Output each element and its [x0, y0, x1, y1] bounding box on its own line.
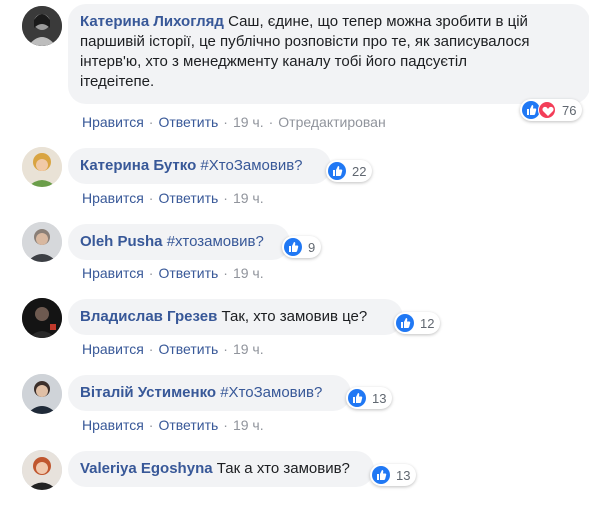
avatar[interactable] — [22, 450, 62, 490]
hashtag-link[interactable]: #хтозамовив? — [167, 233, 264, 250]
separator-dot: · — [148, 417, 154, 433]
comment-author[interactable]: Владислав Грезев — [80, 308, 217, 325]
separator-dot: · — [268, 114, 274, 130]
comment-time[interactable]: 19 ч. — [233, 190, 264, 206]
reply-link[interactable]: Ответить — [158, 341, 218, 357]
reaction-count: 12 — [420, 315, 435, 331]
like-link[interactable]: Нравится — [82, 190, 144, 206]
avatar-image — [22, 298, 62, 338]
like-link[interactable]: Нравится — [82, 114, 144, 130]
comment-text-line: паршивій історії, це публічно розповісти… — [80, 33, 530, 50]
like-icon — [328, 162, 346, 180]
comment-bubble: Катерина Лихогляд Саш, єдине, що тепер м… — [68, 4, 589, 104]
reactions-summary[interactable]: 13 — [346, 387, 393, 409]
reply-link[interactable]: Ответить — [158, 114, 218, 130]
avatar[interactable] — [22, 222, 62, 262]
hashtag-link[interactable]: #ХтоЗамовив? — [200, 157, 302, 174]
comment-author[interactable]: Катерина Бутко — [80, 157, 196, 174]
comment-time[interactable]: 19 ч. — [233, 417, 264, 433]
comment-actions: Нравится · Ответить · 19 ч. — [82, 265, 264, 281]
reactions-summary[interactable]: 9 — [282, 236, 322, 258]
comment-author[interactable]: Катерина Лихогляд — [80, 13, 224, 30]
separator-dot: · — [148, 341, 154, 357]
comment-bubble: Катерина Бутко #ХтоЗамовив? — [68, 148, 331, 184]
comment-author[interactable]: Valeriya Egoshyna — [80, 460, 213, 477]
reaction-count: 22 — [352, 163, 367, 179]
comment-author[interactable]: Віталій Устименко — [80, 384, 216, 401]
comment-time[interactable]: 19 ч. — [233, 114, 264, 130]
comment-actions: Нравится · Ответить · 19 ч. · Отредактирован — [82, 114, 386, 130]
reactions-summary[interactable]: 76 — [520, 99, 583, 121]
comment-time[interactable]: 19 ч. — [233, 341, 264, 357]
reaction-count: 76 — [562, 102, 577, 118]
avatar[interactable] — [22, 6, 62, 46]
reaction-count: 9 — [308, 239, 316, 255]
comment-text: Так а хто замовив? — [216, 460, 350, 477]
separator-dot: · — [148, 114, 154, 130]
like-link[interactable]: Нравится — [82, 417, 144, 433]
comment-bubble: Oleh Pusha #хтозамовив? — [68, 224, 290, 260]
separator-dot: · — [223, 265, 228, 281]
comment-actions: Нравится · Ответить · 19 ч. — [82, 341, 264, 357]
hashtag-link[interactable]: #ХтоЗамовив? — [220, 384, 322, 401]
comment-bubble: Valeriya Egoshyna Так а хто замовив? — [68, 451, 374, 487]
like-icon — [396, 314, 414, 332]
reactions-summary[interactable]: 22 — [326, 160, 373, 182]
like-link[interactable]: Нравится — [82, 341, 144, 357]
separator-dot: · — [223, 114, 228, 130]
like-icon — [348, 389, 366, 407]
avatar-image — [22, 222, 62, 262]
separator-dot: · — [148, 265, 154, 281]
avatar-image — [22, 147, 62, 187]
comment-time[interactable]: 19 ч. — [233, 265, 264, 281]
comment-actions: Нравится · Ответить · 19 ч. — [82, 417, 264, 433]
edited-label[interactable]: Отредактирован — [278, 114, 385, 130]
reaction-count: 13 — [396, 467, 411, 483]
comment-text: Так, хто замовив це? — [221, 308, 368, 325]
like-link[interactable]: Нравится — [82, 265, 144, 281]
separator-dot: · — [223, 417, 228, 433]
comment-actions: Нравится · Ответить · 19 ч. — [82, 190, 264, 206]
separator-dot: · — [223, 190, 228, 206]
avatar-image — [22, 6, 62, 46]
comment-text-line: ітедеітепе. — [80, 73, 155, 90]
avatar[interactable] — [22, 374, 62, 414]
comment-author[interactable]: Oleh Pusha — [80, 233, 163, 250]
avatar[interactable] — [22, 147, 62, 187]
reply-link[interactable]: Ответить — [158, 417, 218, 433]
reactions-summary[interactable]: 13 — [370, 464, 417, 486]
reply-link[interactable]: Ответить — [158, 265, 218, 281]
like-icon — [284, 238, 302, 256]
reply-link[interactable]: Ответить — [158, 190, 218, 206]
avatar-image — [22, 450, 62, 490]
comment-text-line: Саш, єдине, що тепер можна зробити в цій — [228, 13, 528, 30]
avatar[interactable] — [22, 298, 62, 338]
love-icon — [538, 101, 556, 119]
reactions-summary[interactable]: 12 — [394, 312, 441, 334]
separator-dot: · — [148, 190, 154, 206]
comment-bubble: Віталій Устименко #ХтоЗамовив? — [68, 375, 351, 411]
comment-bubble: Владислав Грезев Так, хто замовив це? — [68, 299, 403, 335]
like-icon — [372, 466, 390, 484]
separator-dot: · — [223, 341, 228, 357]
comment-text-line: інтерв'ю, хто з менеджменту каналу тобі … — [80, 53, 468, 70]
reaction-count: 13 — [372, 390, 387, 406]
avatar-image — [22, 374, 62, 414]
